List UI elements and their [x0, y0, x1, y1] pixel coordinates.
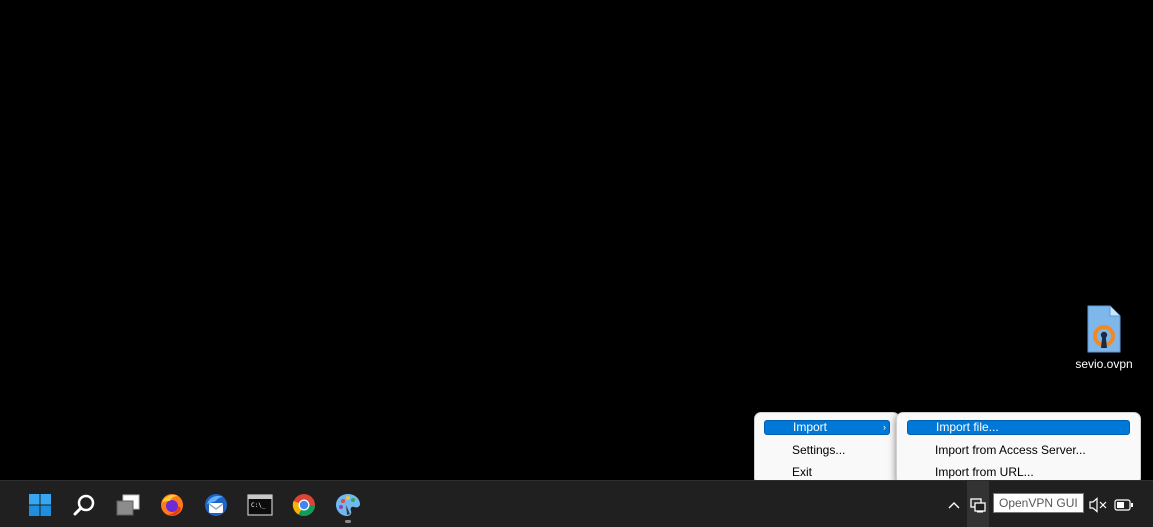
menu-item-label: Settings... [792, 443, 846, 457]
terminal-icon: C:\_ [247, 494, 273, 516]
battery-button[interactable] [1112, 481, 1136, 527]
chrome-button[interactable] [284, 485, 324, 525]
search-icon [73, 494, 95, 516]
desktop: sevio.ovpn Import › Settings... Exit Imp… [0, 0, 1153, 485]
openvpn-context-menu: Import › Settings... Exit [754, 412, 900, 485]
paint-icon [336, 494, 360, 516]
battery-icon [1114, 498, 1133, 511]
svg-text:C:\_: C:\_ [251, 502, 266, 509]
thunderbird-icon [205, 494, 227, 516]
chrome-icon [292, 494, 315, 516]
openvpn-tooltip: OpenVPN GUI [993, 493, 1084, 513]
submenu-item-label: Import from Access Server... [935, 443, 1086, 457]
firefox-icon [161, 494, 183, 516]
start-button[interactable] [20, 485, 60, 525]
volume-muted-icon [1089, 496, 1107, 513]
task-view-icon [116, 494, 140, 516]
desktop-icon-sevio-ovpn[interactable]: sevio.ovpn [1070, 304, 1138, 371]
firefox-button[interactable] [152, 485, 192, 525]
windows-start-icon [29, 494, 51, 516]
volume-button[interactable] [1087, 481, 1109, 527]
menu-item-import[interactable]: Import › [764, 420, 890, 435]
task-view-button[interactable] [108, 485, 148, 525]
search-button[interactable] [64, 485, 104, 525]
running-indicator [345, 520, 351, 523]
desktop-icon-label: sevio.ovpn [1075, 357, 1133, 371]
menu-item-label: Import [793, 420, 828, 434]
taskbar: C:\_ [0, 480, 1153, 527]
submenu-item-label: Import file... [936, 420, 999, 434]
ovpn-file-icon [1087, 305, 1121, 353]
import-submenu: Import file... Import from Access Server… [896, 412, 1141, 485]
openvpn-tray-button[interactable] [967, 481, 989, 527]
show-hidden-icons-button[interactable] [942, 481, 966, 527]
menu-item-settings[interactable]: Settings... [764, 439, 890, 461]
menu-item-label: Exit [792, 465, 813, 479]
chevron-up-icon [948, 501, 960, 508]
submenu-item-import-file[interactable]: Import file... [907, 420, 1130, 435]
submenu-item-import-access-server[interactable]: Import from Access Server... [907, 439, 1130, 461]
paint-button[interactable] [328, 485, 368, 525]
submenu-item-label: Import from URL... [935, 465, 1034, 479]
submenu-arrow-icon: › [883, 422, 886, 432]
terminal-button[interactable]: C:\_ [240, 485, 280, 525]
openvpn-tray-icon [970, 497, 986, 512]
thunderbird-button[interactable] [196, 485, 236, 525]
